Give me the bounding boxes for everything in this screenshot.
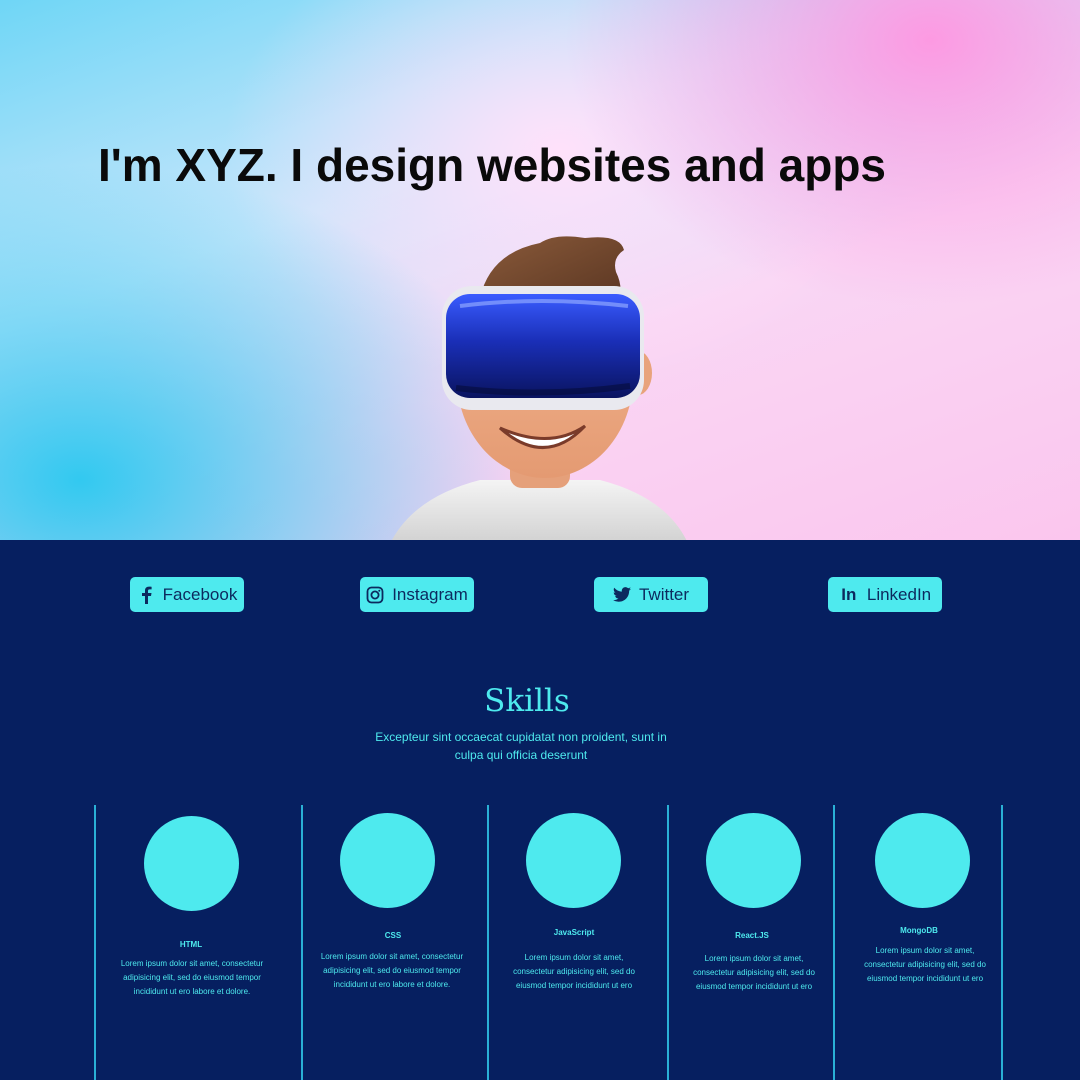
skill-description: Lorem ipsum dolor sit amet, consectetur … [320,952,464,989]
skills-title: Skills [484,683,570,719]
hero-title: I'm XYZ. I design websites and apps [98,139,887,191]
skill-description: Lorem ipsum dolor sit amet, consectetur … [864,946,986,983]
column-divider [833,805,835,1080]
skill-icon-circle [144,816,239,911]
skill-icon-circle [875,813,970,908]
column-divider [1001,805,1003,1080]
linkedin-icon: In [841,584,857,604]
skill-name: HTML [179,940,203,949]
linkedin-button[interactable]: In LinkedIn [828,577,942,612]
skills-subtitle: Excepteur sint occaecat cupidatat non pr… [375,730,667,762]
page: I'm XYZ. I design websites and apps Face… [0,0,1080,1080]
facebook-icon [137,586,155,604]
vr-character-illustration [391,236,687,540]
skill-name: JavaScript [553,928,595,937]
instagram-label: Instagram [392,584,468,604]
column-divider [487,805,489,1080]
skill-name: MongoDB [900,926,938,935]
instagram-icon [366,586,384,604]
skill-icon-circle [526,813,621,908]
skill-name: React.JS [735,931,769,940]
twitter-icon [612,586,631,604]
twitter-button[interactable]: Twitter [594,577,708,612]
skill-description: Lorem ipsum dolor sit amet, consectetur … [513,953,635,990]
skill-icon-circle [340,813,435,908]
column-divider [301,805,303,1080]
facebook-button[interactable]: Facebook [130,577,244,612]
twitter-label: Twitter [638,584,690,604]
facebook-label: Facebook [162,584,238,604]
column-divider [667,805,669,1080]
linkedin-label: LinkedIn [866,584,932,604]
skill-icon-circle [706,813,801,908]
skill-description: Lorem ipsum dolor sit amet, consectetur … [120,959,264,996]
instagram-button[interactable]: Instagram [360,577,474,612]
skill-name: CSS [384,931,402,940]
hero-section: I'm XYZ. I design websites and apps [0,0,1080,540]
skill-description: Lorem ipsum dolor sit amet, consectetur … [693,954,815,991]
